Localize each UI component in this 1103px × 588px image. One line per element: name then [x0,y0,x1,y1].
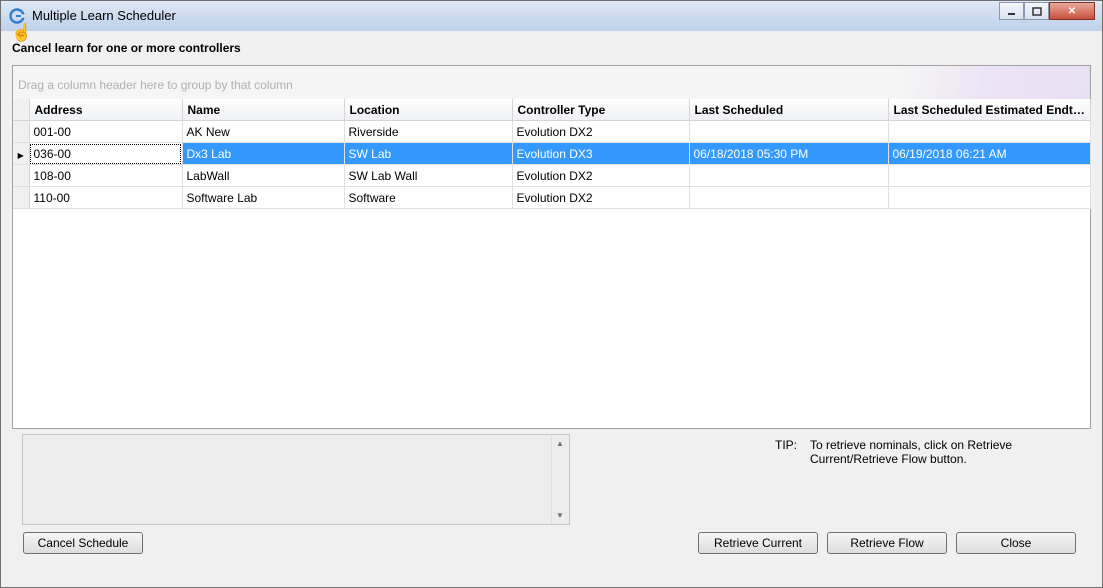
cell-name[interactable]: Software Lab [182,186,345,209]
cell-last-scheduled[interactable] [689,164,889,187]
cell-address[interactable]: 108-00 [29,164,183,187]
cancel-schedule-button[interactable]: Cancel Schedule [23,532,143,554]
column-header-address[interactable]: Address [29,99,183,121]
retrieve-current-button[interactable]: Retrieve Current [698,532,818,554]
controllers-table: Address Name Location Controller Type La… [13,99,1091,209]
cell-location[interactable]: Software [344,186,513,209]
cell-estimated-end[interactable] [888,164,1091,187]
cell-location[interactable]: Riverside [344,120,513,143]
retrieve-flow-button[interactable]: Retrieve Flow [827,532,947,554]
cell-controller-type[interactable]: Evolution DX2 [512,186,690,209]
cell-last-scheduled[interactable] [689,120,889,143]
tip-label: TIP: [775,438,798,452]
column-header-last-scheduled[interactable]: Last Scheduled [689,99,889,121]
cell-last-scheduled[interactable] [689,186,889,209]
header-row: Address Name Location Controller Type La… [13,99,1091,121]
scroll-up-icon[interactable]: ▲ [556,439,564,448]
hand-cursor-icon: ☝ [11,23,33,42]
close-window-button[interactable]: ✕ [1049,2,1095,20]
cell-address[interactable]: 110-00 [29,186,183,209]
minimize-button[interactable] [999,2,1024,20]
table-row-selected[interactable]: ▶ 036-00 Dx3 Lab SW Lab Evolution DX3 06… [13,142,1091,165]
controllers-grid[interactable]: Drag a column header here to group by th… [12,65,1091,429]
column-header-name[interactable]: Name [182,99,345,121]
cell-name[interactable]: Dx3 Lab [182,142,345,165]
table-row[interactable]: 108-00 LabWall SW Lab Wall Evolution DX2 [13,164,1091,187]
scroll-down-icon[interactable]: ▼ [556,511,564,520]
maximize-button[interactable] [1024,2,1049,20]
cell-location[interactable]: SW Lab [344,142,513,165]
cell-address[interactable]: 036-00 [29,142,183,165]
minimize-icon [1008,12,1015,15]
row-indicator-header [13,99,30,121]
row-indicator[interactable] [13,120,30,143]
row-indicator[interactable] [13,164,30,187]
table-row[interactable]: 001-00 AK New Riverside Evolution DX2 [13,120,1091,143]
cell-name[interactable]: AK New [182,120,345,143]
cell-address[interactable]: 001-00 [29,120,183,143]
cell-last-scheduled[interactable]: 06/18/2018 05:30 PM [689,142,889,165]
cell-controller-type[interactable]: Evolution DX2 [512,120,690,143]
dialog-body: Cancel learn for one or more controllers… [5,23,1098,583]
current-row-arrow-icon: ▶ [17,150,24,160]
cell-controller-type[interactable]: Evolution DX2 [512,164,690,187]
tip-text: To retrieve nominals, click on Retrieve … [810,438,1013,466]
window-title: Multiple Learn Scheduler [32,8,176,23]
message-log-box[interactable]: ▲ ▼ [22,434,570,525]
row-indicator[interactable] [13,186,30,209]
cell-location[interactable]: SW Lab Wall [344,164,513,187]
title-bar[interactable]: Multiple Learn Scheduler ✕ [1,1,1102,31]
close-icon: ✕ [1067,5,1077,17]
cell-estimated-end[interactable] [888,120,1091,143]
app-icon [9,8,25,24]
maximize-icon [1031,6,1042,16]
page-heading: Cancel learn for one or more controllers [12,41,241,55]
column-header-estimated-end[interactable]: Last Scheduled Estimated Endt… [888,99,1091,121]
cell-estimated-end[interactable] [888,186,1091,209]
cell-controller-type[interactable]: Evolution DX3 [512,142,690,165]
group-by-hint: Drag a column header here to group by th… [18,78,293,92]
group-by-panel[interactable]: Drag a column header here to group by th… [13,66,1090,100]
multiple-learn-scheduler-window: Multiple Learn Scheduler ✕ Cancel learn … [0,0,1103,588]
log-scrollbar[interactable]: ▲ ▼ [551,435,569,524]
row-indicator[interactable]: ▶ [13,142,30,165]
close-button[interactable]: Close [956,532,1076,554]
cell-estimated-end[interactable]: 06/19/2018 06:21 AM [888,142,1091,165]
table-row[interactable]: 110-00 Software Lab Software Evolution D… [13,186,1091,209]
column-header-controller-type[interactable]: Controller Type [512,99,690,121]
column-header-location[interactable]: Location [344,99,513,121]
cell-name[interactable]: LabWall [182,164,345,187]
